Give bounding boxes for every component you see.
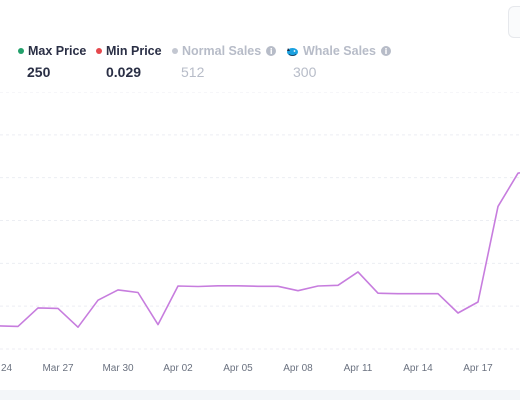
x-tick-label: Apr 02 <box>163 363 193 374</box>
x-tick-label: Mar 30 <box>102 363 134 374</box>
x-tick-label: 24 <box>1 363 13 374</box>
price-chart-svg: 24 Mar 27 Mar 30 Apr 02 Apr 05 Apr 08 Apr 11 Ap… <box>0 91 520 374</box>
stat-max-price-value: 250 <box>27 64 51 80</box>
x-tick-label: Apr 17 <box>463 363 493 374</box>
stat-min-price-value: 0.029 <box>106 64 142 80</box>
stat-min-price[interactable]: Min Price 0.029 <box>96 44 162 80</box>
stat-max-price-label: Max Price <box>28 44 87 58</box>
chart-footer <box>0 390 520 400</box>
stat-whale-sales-value: 300 <box>293 64 317 80</box>
x-tick-label: Mar 27 <box>42 363 74 374</box>
stat-whale-sales-label: Whale Sales <box>303 44 376 58</box>
x-tick-label: Apr 11 <box>344 363 373 374</box>
red-dot-icon <box>96 48 102 54</box>
grey-dot-icon <box>172 48 178 54</box>
price-series-line <box>0 171 520 328</box>
stat-normal-sales[interactable]: Normal Sales i 512 <box>172 44 277 80</box>
stat-min-price-label: Min Price <box>106 44 162 58</box>
info-icon[interactable]: i <box>266 46 277 56</box>
stat-whale-sales[interactable]: Whale Sales i 300 <box>286 44 391 80</box>
stat-normal-sales-value: 512 <box>181 64 205 80</box>
x-tick-label: Apr 08 <box>283 363 313 374</box>
stat-normal-sales-label: Normal Sales <box>182 44 262 58</box>
chart-options-button[interactable] <box>508 6 520 38</box>
x-tick-label: Apr 14 <box>403 363 433 374</box>
price-chart[interactable]: 24 Mar 27 Mar 30 Apr 02 Apr 05 Apr 08 Apr 11 Ap… <box>0 91 520 390</box>
stat-max-price[interactable]: Max Price 250 <box>18 44 86 80</box>
green-dot-icon <box>18 48 24 54</box>
info-icon[interactable]: i <box>380 46 391 56</box>
whale-icon <box>286 45 298 57</box>
x-tick-label: Apr 05 <box>223 363 253 374</box>
